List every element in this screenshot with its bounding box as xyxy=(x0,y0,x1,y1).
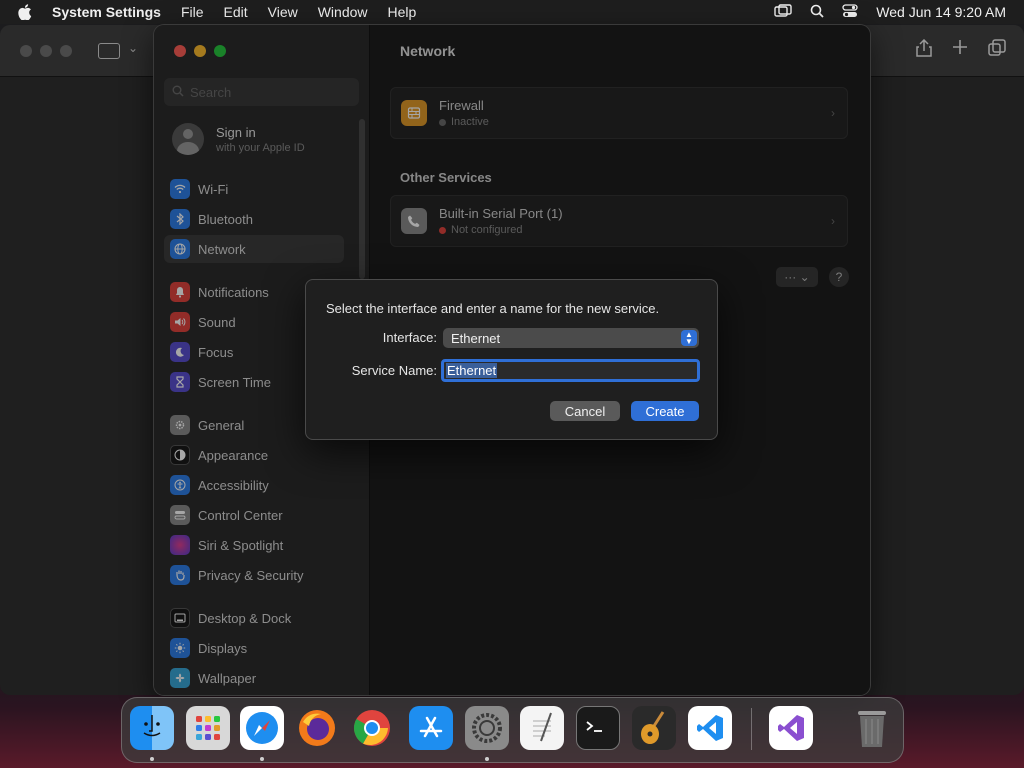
interface-label: Interface: xyxy=(382,330,437,345)
bg-minimize-icon[interactable] xyxy=(40,45,52,57)
menu-edit[interactable]: Edit xyxy=(224,4,248,20)
dock-running-indicator xyxy=(150,757,154,761)
dialog-prompt: Select the interface and enter a name fo… xyxy=(326,301,660,316)
menu-window[interactable]: Window xyxy=(318,4,368,20)
finder-icon[interactable] xyxy=(130,706,174,750)
share-icon[interactable] xyxy=(916,38,932,62)
firefox-icon[interactable] xyxy=(295,706,339,750)
menu-clock[interactable]: Wed Jun 14 9:20 AM xyxy=(876,4,1006,20)
chrome-icon[interactable] xyxy=(350,706,394,750)
new-tab-icon[interactable] xyxy=(952,39,968,62)
service-name-value: Ethernet xyxy=(446,363,498,378)
control-center-icon[interactable] xyxy=(842,3,858,21)
sidebar-toggle-icon[interactable] xyxy=(98,43,120,59)
spotlight-search-icon[interactable] xyxy=(810,4,824,21)
interface-value: Ethernet xyxy=(451,330,501,346)
bg-close-icon[interactable] xyxy=(20,45,32,57)
bg-zoom-icon[interactable] xyxy=(60,45,72,57)
service-name-label: Service Name: xyxy=(351,363,437,378)
garageband-icon[interactable] xyxy=(632,706,676,750)
menu-bar: System Settings File Edit View Window He… xyxy=(0,0,1024,24)
menu-view[interactable]: View xyxy=(268,4,298,20)
terminal-icon[interactable] xyxy=(576,706,620,750)
menu-file[interactable]: File xyxy=(181,4,204,20)
create-button[interactable]: Create xyxy=(631,401,699,421)
textedit-icon[interactable] xyxy=(520,706,564,750)
system-settings-icon[interactable] xyxy=(465,706,509,750)
launchpad-icon[interactable] xyxy=(186,706,230,750)
dock-running-indicator xyxy=(260,757,264,761)
service-name-input[interactable]: Ethernet xyxy=(441,359,700,382)
trash-icon[interactable] xyxy=(850,706,894,750)
background-window-controls xyxy=(20,45,72,57)
new-service-dialog: Select the interface and enter a name fo… xyxy=(305,279,718,440)
dock-separator xyxy=(751,708,752,750)
app-store-icon[interactable] xyxy=(409,706,453,750)
apple-menu-icon[interactable] xyxy=(18,4,38,20)
safari-icon[interactable] xyxy=(240,706,284,750)
tab-overview-icon[interactable] xyxy=(988,39,1006,62)
vscode-icon[interactable] xyxy=(688,706,732,750)
cancel-button[interactable]: Cancel xyxy=(550,401,620,421)
background-tools xyxy=(916,38,1006,62)
dock xyxy=(121,697,904,763)
menu-help[interactable]: Help xyxy=(388,4,417,20)
visual-studio-icon[interactable] xyxy=(769,706,813,750)
up-down-chevron-icon: ▲ ▼ xyxy=(681,330,697,346)
menu-app-name[interactable]: System Settings xyxy=(52,4,161,20)
dock-running-indicator xyxy=(485,757,489,761)
screen-mirroring-icon[interactable] xyxy=(774,3,792,21)
chevron-down-icon[interactable]: ⌄ xyxy=(128,41,138,55)
interface-select[interactable]: Ethernet ▲ ▼ xyxy=(443,328,699,348)
